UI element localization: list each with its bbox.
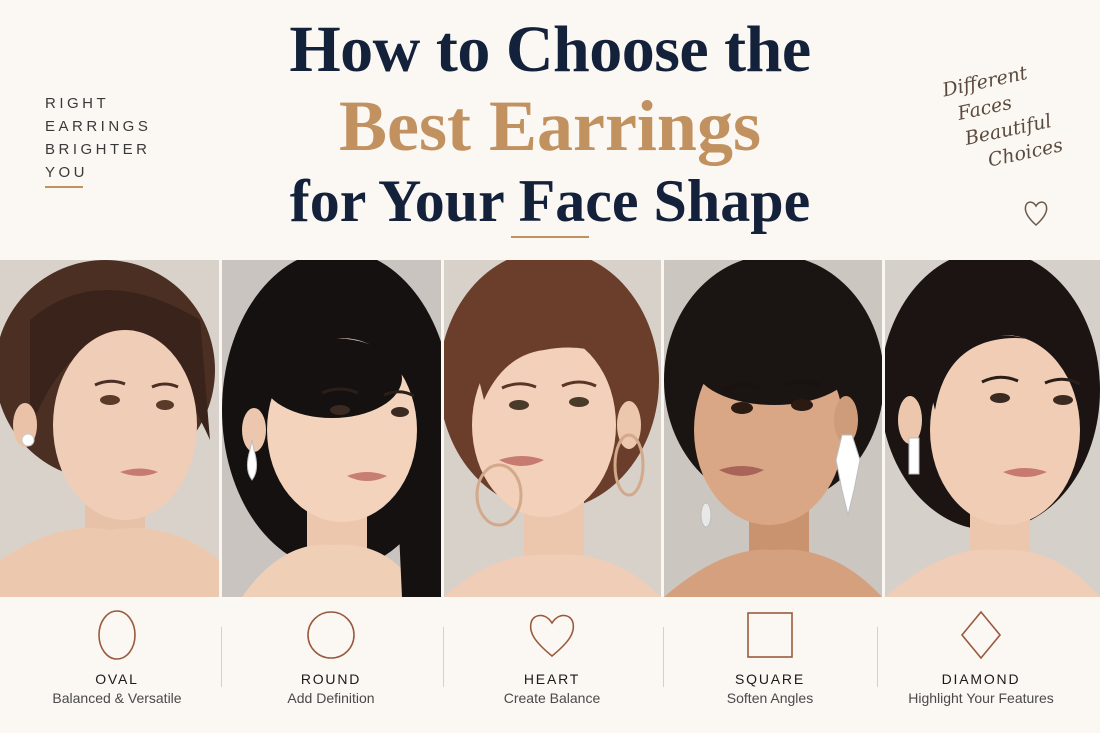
title-line-3: for Your Face Shape — [289, 168, 811, 234]
heart-icon — [1024, 201, 1048, 227]
tagline-divider — [45, 186, 83, 188]
tagline: RIGHT EARRINGS BRIGHTER YOU — [45, 92, 195, 184]
heart-icon — [529, 614, 575, 658]
portrait-strip — [0, 260, 1100, 597]
tagline-line: YOU — [45, 164, 89, 181]
face-shape-legend: OVAL Balanced & Versatile ROUND Add Defi… — [0, 597, 1100, 733]
oval-icon — [98, 610, 136, 660]
script-note: Different Faces Beautiful Choices — [940, 49, 1099, 180]
title-line-1: How to Choose the — [289, 13, 811, 86]
face-shape-oval: OVAL Balanced & Versatile — [7, 597, 227, 733]
shape-description: Highlight Your Features — [908, 690, 1054, 706]
face-shape-heart: HEART Create Balance — [442, 597, 662, 733]
face-shape-diamond: DIAMOND Highlight Your Features — [871, 597, 1091, 733]
tagline-line: EARRINGS — [45, 118, 152, 135]
portrait-heart — [444, 260, 661, 597]
header: RIGHT EARRINGS BRIGHTER YOU How to Choos… — [0, 0, 1100, 260]
diamond-icon — [960, 610, 1002, 660]
square-icon — [747, 612, 793, 658]
face-shape-round: ROUND Add Definition — [221, 597, 441, 733]
tagline-line: RIGHT — [45, 95, 110, 112]
title-divider — [511, 236, 589, 238]
tagline-line: BRIGHTER — [45, 141, 151, 158]
shape-description: Balanced & Versatile — [52, 690, 182, 706]
shape-name: HEART — [523, 671, 581, 687]
title-line-2: Best Earrings — [339, 86, 761, 166]
portrait-square — [664, 260, 882, 597]
shape-name: SQUARE — [735, 671, 805, 687]
portrait-diamond — [885, 260, 1100, 597]
shape-name: DIAMOND — [941, 671, 1021, 687]
page-title: How to Choose the Best Earrings for Your… — [200, 14, 900, 236]
shape-description: Create Balance — [503, 690, 601, 706]
portrait-round — [222, 260, 441, 597]
shape-description: Soften Angles — [726, 690, 814, 706]
face-shape-square: SQUARE Soften Angles — [660, 597, 880, 733]
shape-name: ROUND — [300, 671, 362, 687]
shape-description: Add Definition — [287, 690, 375, 706]
portrait-oval — [0, 260, 219, 597]
circle-icon — [307, 611, 355, 659]
shape-name: OVAL — [95, 671, 139, 687]
